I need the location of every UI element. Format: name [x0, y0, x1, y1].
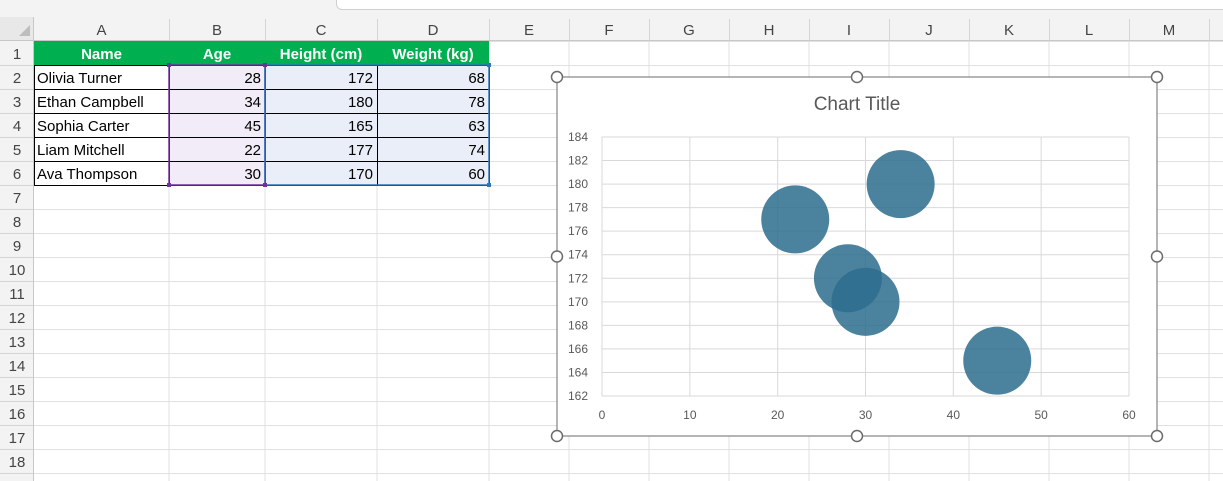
table-cell-value[interactable]: 165: [348, 118, 373, 135]
table-header-cell[interactable]: Name: [81, 46, 122, 63]
row-header-10[interactable]: 10: [9, 262, 26, 279]
row-header-13[interactable]: 13: [9, 334, 26, 351]
table-cell-name[interactable]: Liam Mitchell: [37, 142, 125, 159]
column-header-I[interactable]: I: [847, 22, 851, 39]
column-header-J[interactable]: J: [925, 22, 933, 39]
table-cell-name[interactable]: Ethan Campbell: [37, 94, 144, 111]
selection-handle[interactable]: [263, 183, 267, 187]
selection-handle[interactable]: [487, 63, 491, 67]
table-cell-value[interactable]: 78: [468, 94, 485, 111]
column-header-G[interactable]: G: [683, 22, 695, 39]
row-header-18[interactable]: 18: [9, 454, 26, 471]
table-header-cell[interactable]: Age: [203, 46, 231, 63]
row-header-12[interactable]: 12: [9, 310, 26, 327]
table-cell-value[interactable]: 177: [348, 142, 373, 159]
selection-handle[interactable]: [487, 183, 491, 187]
table-cell-value[interactable]: 28: [244, 70, 261, 87]
table-header-cell[interactable]: Weight (kg): [392, 46, 473, 63]
table-cell-value[interactable]: 22: [244, 142, 261, 159]
row-header-9[interactable]: 9: [13, 238, 21, 255]
row-header-5[interactable]: 5: [13, 142, 21, 159]
row-header-16[interactable]: 16: [9, 406, 26, 423]
selection-handle[interactable]: [263, 63, 267, 67]
column-header-D[interactable]: D: [428, 22, 439, 39]
formula-bar[interactable]: [336, 0, 1223, 10]
table-cell-value[interactable]: 63: [468, 118, 485, 135]
selection-handle[interactable]: [167, 183, 171, 187]
table-cell-value[interactable]: 60: [468, 166, 485, 183]
table-cell-value[interactable]: 172: [348, 70, 373, 87]
table-cell-value[interactable]: 30: [244, 166, 261, 183]
table-cell-name[interactable]: Sophia Carter: [37, 118, 130, 135]
table-cell-value[interactable]: 74: [468, 142, 485, 159]
row-header-2[interactable]: 2: [13, 70, 21, 87]
row-header-14[interactable]: 14: [9, 358, 26, 375]
table-cell-name[interactable]: Olivia Turner: [37, 70, 122, 87]
row-header-4[interactable]: 4: [13, 118, 21, 135]
column-header-L[interactable]: L: [1085, 22, 1093, 39]
column-header-C[interactable]: C: [316, 22, 327, 39]
table-cell-value[interactable]: 34: [244, 94, 261, 111]
worksheet-grid[interactable]: A B C D E F G H I J K L M123456789101112131415161718…: [0, 17, 1223, 481]
row-header-11[interactable]: 11: [9, 286, 25, 303]
table-cell-value[interactable]: 180: [348, 94, 373, 111]
column-header-B[interactable]: B: [212, 22, 222, 39]
column-header-E[interactable]: E: [524, 22, 534, 39]
row-header-8[interactable]: 8: [13, 214, 21, 231]
column-header-M[interactable]: M: [1163, 22, 1176, 39]
row-header-3[interactable]: 3: [13, 94, 21, 111]
column-header-K[interactable]: K: [1004, 22, 1014, 39]
row-header-6[interactable]: 6: [13, 166, 21, 183]
row-header-7[interactable]: 7: [13, 190, 21, 207]
row-header-15[interactable]: 15: [9, 382, 26, 399]
column-header-H[interactable]: H: [764, 22, 775, 39]
selection-handle[interactable]: [167, 63, 171, 67]
table-cell-value[interactable]: 45: [244, 118, 261, 135]
table-header-cell[interactable]: Height (cm): [280, 46, 363, 63]
row-header-17[interactable]: 17: [9, 430, 26, 447]
table-cell-name[interactable]: Ava Thompson: [37, 166, 137, 183]
row-header-1[interactable]: 1: [13, 46, 21, 63]
table-cell-value[interactable]: 170: [348, 166, 373, 183]
column-header-A[interactable]: A: [96, 22, 106, 39]
table-cell-value[interactable]: 68: [468, 70, 485, 87]
column-header-F[interactable]: F: [604, 22, 613, 39]
